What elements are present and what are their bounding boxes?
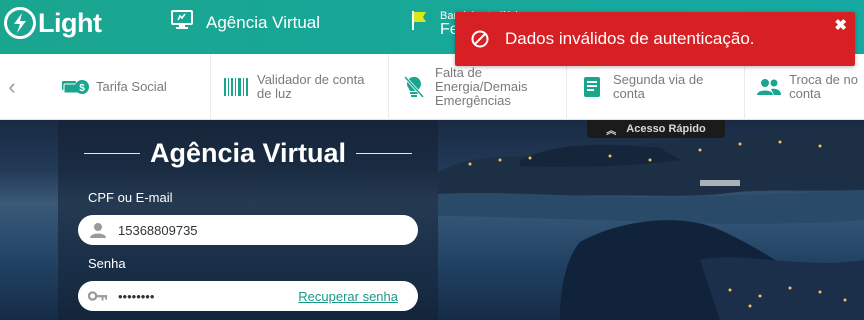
cpf-email-input[interactable]: 15368809735 bbox=[78, 215, 418, 245]
acesso-rapido-button[interactable]: ︽ Acesso Rápido bbox=[587, 120, 725, 138]
close-icon[interactable]: ✖ bbox=[834, 16, 847, 34]
toast-message: Dados inválidos de autenticação. bbox=[505, 29, 755, 48]
nav-agencia-label: Agência Virtual bbox=[206, 12, 321, 32]
monitor-icon bbox=[170, 9, 194, 36]
login-title: Agência Virtual bbox=[149, 138, 347, 168]
service-label: Falta de Energia/Demais Emergências bbox=[435, 65, 528, 108]
cpf-value: 15368809735 bbox=[118, 222, 198, 238]
senha-label: Senha bbox=[88, 256, 126, 271]
document-icon bbox=[577, 75, 607, 99]
key-icon bbox=[88, 289, 108, 303]
title-divider bbox=[356, 153, 413, 154]
user-icon bbox=[88, 221, 108, 239]
chevron-up-icon: ︽ bbox=[606, 125, 617, 137]
nav-agencia-virtual[interactable]: Agência Virtual bbox=[170, 9, 320, 36]
no-entry-icon bbox=[471, 30, 489, 48]
money-icon: $ bbox=[60, 77, 90, 97]
acesso-rapido-label: Acesso Rápido bbox=[626, 123, 706, 135]
logo-text: Light bbox=[38, 7, 102, 38]
cpf-label: CPF ou E-mail bbox=[88, 190, 173, 205]
chevron-left-icon[interactable]: ‹ bbox=[0, 54, 24, 120]
service-validador[interactable]: Validador de conta de luz bbox=[210, 54, 388, 120]
service-tarifa-social[interactable]: $ Tarifa Social bbox=[60, 54, 210, 120]
title-divider bbox=[83, 153, 140, 154]
barcode-icon bbox=[221, 77, 251, 97]
senha-value: •••••••• bbox=[118, 288, 155, 304]
login-panel: Agência Virtual CPF ou E-mail 1536880973… bbox=[58, 120, 438, 320]
senha-input[interactable]: •••••••• Recuperar senha bbox=[78, 281, 418, 311]
login-title-row: Agência Virtual bbox=[58, 138, 438, 169]
recuperar-senha-link[interactable]: Recuperar senha bbox=[298, 289, 398, 304]
service-label: Segunda via de conta bbox=[613, 72, 704, 101]
bulb-off-icon bbox=[399, 75, 429, 99]
service-label: Tarifa Social bbox=[96, 79, 167, 94]
service-label: Troca de no conta bbox=[789, 72, 858, 101]
svg-text:$: $ bbox=[79, 83, 85, 94]
flag-icon bbox=[410, 9, 428, 36]
users-icon bbox=[755, 77, 783, 97]
error-toast: Dados inválidos de autenticação. ✖ bbox=[455, 12, 855, 66]
service-label: Validador de conta de luz bbox=[257, 72, 365, 101]
light-logo[interactable]: Light bbox=[4, 6, 102, 40]
lightning-icon bbox=[4, 7, 36, 39]
